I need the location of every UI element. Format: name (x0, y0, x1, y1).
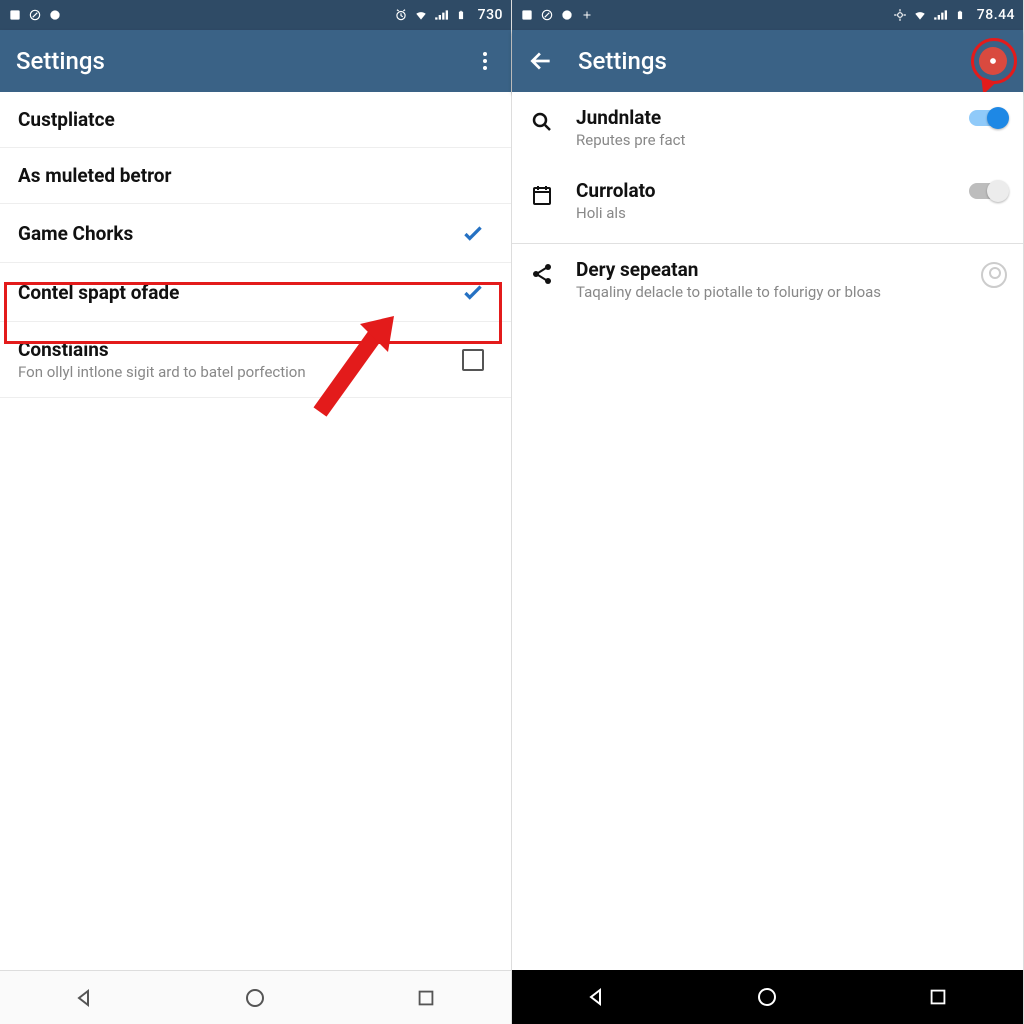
notification-icon (520, 8, 534, 22)
back-button[interactable] (528, 48, 554, 74)
app-bar: Settings (0, 30, 511, 92)
page-title: Settings (16, 47, 105, 75)
list-item-highlighted[interactable]: Contel spapt ofade (0, 263, 511, 322)
wifi-icon (414, 8, 428, 22)
status-time: 730 (478, 7, 503, 23)
list-item[interactable]: As muleted betror (0, 148, 511, 204)
list-item-label: Custpliatce (18, 108, 493, 131)
settings-list: Jundnlate Reputes pre fact Currolato Hol… (512, 92, 1023, 970)
navigation-bar (0, 970, 511, 1024)
globe-icon (981, 262, 1007, 288)
share-icon (528, 260, 556, 288)
list-item-sublabel: Fon ollyl intlone sigit ard to batel por… (18, 363, 453, 381)
list-item-sublabel: Taqaliny delacle to piotalle to folurigy… (576, 283, 941, 303)
search-icon (528, 108, 556, 136)
notification-icon (8, 8, 22, 22)
signal-icon (434, 8, 448, 22)
list-item-label: Dery sepeatan (576, 258, 941, 281)
status-bar: 78.44 (512, 0, 1023, 30)
app-bar: Settings (512, 30, 1023, 92)
list-item[interactable]: Constiains Fon ollyl intlone sigit ard t… (0, 322, 511, 398)
toggle-switch[interactable] (969, 110, 1007, 126)
calendar-icon (528, 181, 556, 209)
alarm-icon (394, 8, 408, 22)
nav-back-icon[interactable] (71, 984, 99, 1012)
nav-back-icon[interactable] (583, 983, 611, 1011)
status-time: 78.44 (977, 7, 1015, 23)
battery-icon (953, 8, 967, 22)
nav-home-icon[interactable] (241, 984, 269, 1012)
list-item[interactable]: Jundnlate Reputes pre fact (512, 92, 1023, 165)
list-item-sublabel: Reputes pre fact (576, 131, 941, 151)
list-item-label: Currolato (576, 179, 941, 202)
app-icon-2 (48, 8, 62, 22)
nav-recent-icon[interactable] (412, 984, 440, 1012)
list-item-label: Constiains (18, 338, 453, 361)
status-bar: 730 (0, 0, 511, 30)
list-item-label: As muleted betror (18, 164, 493, 187)
list-item-sublabel: Holi als (576, 204, 941, 224)
app-icon (540, 8, 554, 22)
navigation-bar (512, 970, 1023, 1024)
page-title: Settings (578, 47, 667, 75)
battery-icon (454, 8, 468, 22)
record-badge-icon[interactable] (979, 47, 1007, 75)
app-icon-2 (560, 8, 574, 22)
list-item-label: Jundnlate (576, 106, 941, 129)
checkbox-icon[interactable] (462, 349, 484, 371)
screen-left: 730 Settings Custpliatce As muleted betr… (0, 0, 512, 1024)
list-item[interactable]: Dery sepeatan Taqaliny delacle to piotal… (512, 244, 1023, 317)
signal-icon (933, 8, 947, 22)
plus-icon (580, 8, 594, 22)
list-item[interactable]: Currolato Holi als (512, 165, 1023, 238)
overflow-menu-icon[interactable] (475, 44, 495, 78)
app-icon (28, 8, 42, 22)
nav-home-icon[interactable] (753, 983, 781, 1011)
check-icon (453, 279, 493, 305)
wifi-icon (913, 8, 927, 22)
nav-recent-icon[interactable] (924, 983, 952, 1011)
toggle-switch[interactable] (969, 183, 1007, 199)
list-item[interactable]: Game Chorks (0, 204, 511, 263)
list-item[interactable]: Custpliatce (0, 92, 511, 148)
settings-list: Custpliatce As muleted betror Game Chork… (0, 92, 511, 970)
location-icon (893, 8, 907, 22)
list-item-label: Game Chorks (18, 222, 453, 245)
screen-right: 78.44 Settings Jundnlate Reputes pre fac… (512, 0, 1024, 1024)
check-icon (453, 220, 493, 246)
list-item-label: Contel spapt ofade (18, 281, 453, 304)
